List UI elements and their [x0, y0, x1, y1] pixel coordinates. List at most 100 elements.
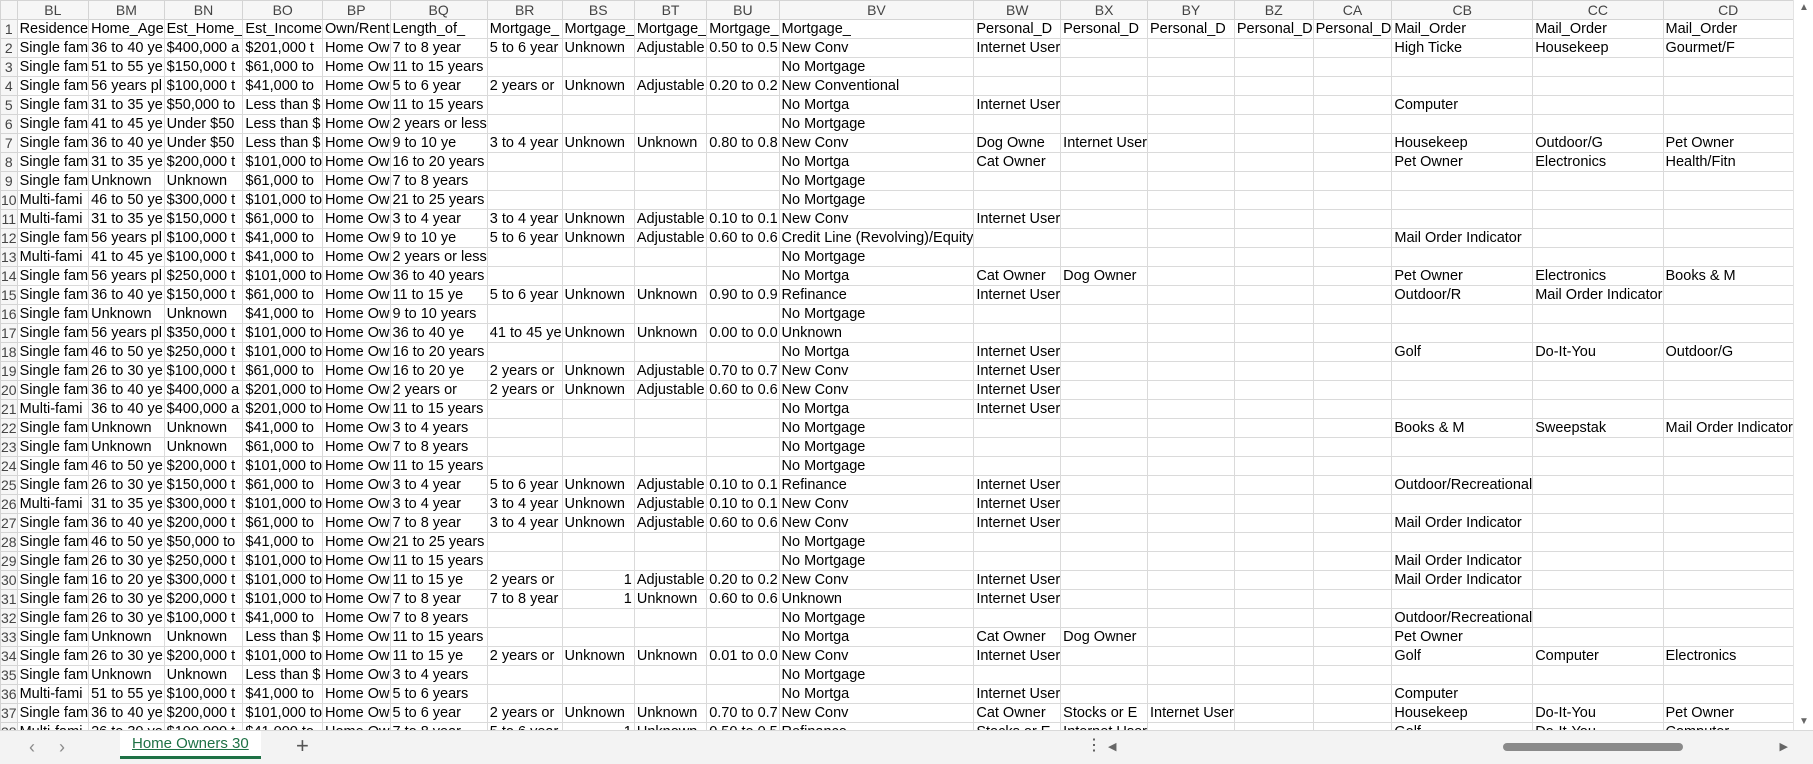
cell-bn23[interactable]: Unknown	[163, 437, 244, 457]
cell-cd4[interactable]	[1662, 76, 1793, 96]
cell-ca5[interactable]	[1312, 95, 1393, 115]
add-sheet-button[interactable]: +	[296, 735, 309, 757]
cell-bx27[interactable]	[1060, 513, 1148, 533]
cell-bo15[interactable]: $61,000 to	[242, 285, 324, 305]
cell-bp9[interactable]: Home Ow	[322, 171, 391, 191]
cell-bz38[interactable]	[1233, 722, 1314, 730]
row-header[interactable]: 5	[0, 95, 18, 115]
cell-bn27[interactable]: $200,000 t	[163, 513, 244, 533]
cell-bu1[interactable]: Mortgage_	[706, 19, 780, 39]
cell-cb11[interactable]	[1391, 209, 1534, 229]
cell-bt9[interactable]	[633, 171, 708, 191]
cell-bz17[interactable]	[1233, 323, 1314, 343]
cell-cc18[interactable]: Do-It-You	[1532, 342, 1664, 362]
cell-cd35[interactable]	[1662, 665, 1793, 685]
cell-bz12[interactable]	[1233, 228, 1314, 248]
cell-bt31[interactable]: Unknown	[633, 589, 708, 609]
cell-bs9[interactable]	[561, 171, 635, 191]
cell-cd31[interactable]	[1662, 589, 1793, 609]
cell-bq5[interactable]: 11 to 15 years	[389, 95, 488, 115]
cell-bn4[interactable]: $100,000 t	[163, 76, 244, 96]
cell-ca17[interactable]	[1312, 323, 1393, 343]
cell-bn14[interactable]: $250,000 t	[163, 266, 244, 286]
cell-bu4[interactable]: 0.20 to 0.2	[706, 76, 780, 96]
cell-cd14[interactable]: Books & M	[1662, 266, 1793, 286]
cell-bp4[interactable]: Home Ow	[322, 76, 391, 96]
column-header-bz[interactable]: BZ	[1233, 0, 1314, 20]
cell-cc15[interactable]: Mail Order Indicator	[1532, 285, 1664, 305]
cell-cb2[interactable]: High Ticke	[1391, 38, 1534, 58]
cell-bo8[interactable]: $101,000 to	[242, 152, 324, 172]
scroll-up-icon[interactable]: ▲	[1794, 0, 1813, 16]
cell-cb22[interactable]: Books & M	[1391, 418, 1534, 438]
column-header-bo[interactable]: BO	[242, 0, 324, 20]
cell-by4[interactable]	[1147, 76, 1235, 96]
cell-cd13[interactable]	[1662, 247, 1793, 267]
cell-bs3[interactable]	[561, 57, 635, 77]
cell-bv14[interactable]: No Mortga	[778, 266, 975, 286]
cell-cc25[interactable]	[1532, 475, 1664, 495]
cell-ca38[interactable]	[1312, 722, 1393, 730]
cell-cb20[interactable]	[1391, 380, 1534, 400]
cell-bv22[interactable]: No Mortgage	[778, 418, 975, 438]
cell-bx25[interactable]	[1060, 475, 1148, 495]
cell-br4[interactable]: 2 years or	[486, 76, 563, 96]
cell-bm22[interactable]: Unknown	[88, 418, 165, 438]
cell-bx13[interactable]	[1060, 247, 1148, 267]
cell-bs19[interactable]: Unknown	[561, 361, 635, 381]
cell-by27[interactable]	[1147, 513, 1235, 533]
cell-bs36[interactable]	[561, 684, 635, 704]
row-header[interactable]: 30	[0, 570, 18, 590]
cell-bs8[interactable]	[561, 152, 635, 172]
cell-bn9[interactable]: Unknown	[163, 171, 244, 191]
cell-bl16[interactable]: Single fam	[16, 304, 90, 324]
row-header[interactable]: 25	[0, 475, 18, 495]
cell-ca22[interactable]	[1312, 418, 1393, 438]
cell-bm26[interactable]: 31 to 35 ye	[88, 494, 165, 514]
cell-bz21[interactable]	[1233, 399, 1314, 419]
cell-bn21[interactable]: $400,000 a	[163, 399, 244, 419]
cell-bv17[interactable]: Unknown	[778, 323, 975, 343]
row-header[interactable]: 4	[0, 76, 18, 96]
cell-by17[interactable]	[1147, 323, 1235, 343]
cell-ca29[interactable]	[1312, 551, 1393, 571]
cell-cb30[interactable]: Mail Order Indicator	[1391, 570, 1534, 590]
cell-cc38[interactable]: Do-It-You	[1532, 722, 1664, 730]
cell-by25[interactable]	[1147, 475, 1235, 495]
cell-bv5[interactable]: No Mortga	[778, 95, 975, 115]
cell-bw17[interactable]	[973, 323, 1062, 343]
cell-bp25[interactable]: Home Ow	[322, 475, 391, 495]
cell-bq12[interactable]: 9 to 10 ye	[389, 228, 488, 248]
cell-bw5[interactable]: Internet User	[973, 95, 1062, 115]
cell-bs18[interactable]	[561, 342, 635, 362]
cell-bt7[interactable]: Unknown	[633, 133, 708, 153]
cell-bl29[interactable]: Single fam	[16, 551, 90, 571]
cell-bz1[interactable]: Personal_D	[1233, 19, 1314, 39]
cell-bx33[interactable]: Dog Owner	[1060, 627, 1148, 647]
cell-bq32[interactable]: 7 to 8 years	[389, 608, 488, 628]
cell-cb17[interactable]	[1391, 323, 1534, 343]
cell-bq7[interactable]: 9 to 10 ye	[389, 133, 488, 153]
cell-bz26[interactable]	[1233, 494, 1314, 514]
column-header-bw[interactable]: BW	[973, 0, 1062, 20]
cell-bt29[interactable]	[633, 551, 708, 571]
cell-bq37[interactable]: 5 to 6 year	[389, 703, 488, 723]
cell-cb27[interactable]: Mail Order Indicator	[1391, 513, 1534, 533]
row-header[interactable]: 7	[0, 133, 18, 153]
cell-bo6[interactable]: Less than $	[242, 114, 324, 134]
cell-by34[interactable]	[1147, 646, 1235, 666]
cell-br10[interactable]	[486, 190, 563, 210]
cell-br36[interactable]	[486, 684, 563, 704]
cell-bm35[interactable]: Unknown	[88, 665, 165, 685]
cell-bo19[interactable]: $61,000 to	[242, 361, 324, 381]
cell-br20[interactable]: 2 years or	[486, 380, 563, 400]
cell-cd22[interactable]: Mail Order Indicator	[1662, 418, 1793, 438]
cell-bn32[interactable]: $100,000 t	[163, 608, 244, 628]
cell-bt4[interactable]: Adjustable	[633, 76, 708, 96]
cell-bs16[interactable]	[561, 304, 635, 324]
cell-bz14[interactable]	[1233, 266, 1314, 286]
cell-bq4[interactable]: 5 to 6 year	[389, 76, 488, 96]
column-header-bm[interactable]: BM	[88, 0, 165, 20]
cell-bt19[interactable]: Adjustable	[633, 361, 708, 381]
cell-bm27[interactable]: 36 to 40 ye	[88, 513, 165, 533]
